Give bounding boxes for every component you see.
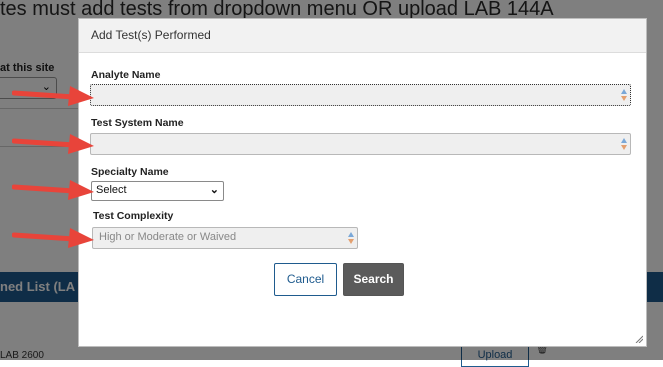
analyte-name-input[interactable] bbox=[90, 84, 631, 106]
test-system-name-input[interactable] bbox=[90, 133, 631, 155]
analyte-name-label: Analyte Name bbox=[91, 69, 161, 81]
specialty-name-select[interactable]: Select ⌄ bbox=[91, 181, 224, 201]
spinner-arrows-icon[interactable] bbox=[621, 137, 628, 151]
red-arrow-icon bbox=[12, 180, 94, 200]
dialog-header: Add Test(s) Performed bbox=[79, 19, 646, 53]
red-arrow-icon bbox=[12, 134, 94, 154]
dialog-title: Add Test(s) Performed bbox=[91, 28, 211, 42]
cancel-button[interactable]: Cancel bbox=[274, 263, 337, 296]
red-arrow-icon bbox=[12, 228, 94, 248]
spinner-arrows-icon[interactable] bbox=[621, 88, 628, 102]
test-complexity-label: Test Complexity bbox=[93, 210, 174, 222]
spinner-arrows-icon[interactable] bbox=[348, 231, 355, 245]
test-system-name-label: Test System Name bbox=[91, 117, 184, 129]
specialty-selected-value: Select bbox=[96, 184, 127, 196]
resize-handle-icon[interactable] bbox=[635, 335, 643, 343]
search-button[interactable]: Search bbox=[343, 263, 404, 296]
specialty-name-label: Specialty Name bbox=[91, 166, 169, 178]
red-arrow-icon bbox=[12, 86, 94, 106]
chevron-down-icon: ⌄ bbox=[209, 184, 219, 196]
test-complexity-input[interactable]: High or Moderate or Waived bbox=[92, 227, 358, 249]
add-tests-dialog: Add Test(s) Performed Analyte Name Test … bbox=[78, 18, 647, 347]
